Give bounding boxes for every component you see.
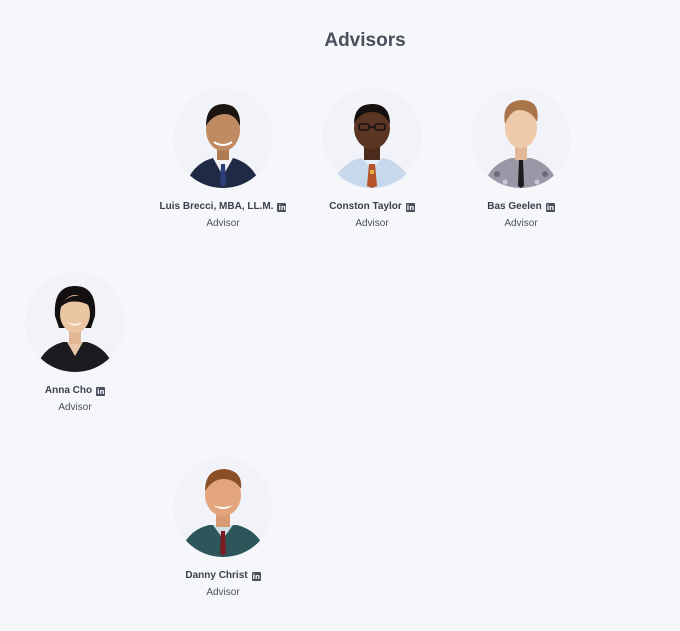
advisor-card-conston-taylor: Conston Taylor Advisor: [297, 88, 447, 231]
advisor-photo: [471, 88, 571, 188]
advisor-photo: [173, 457, 273, 557]
advisor-card-bas-geelen: Bas Geelen Advisor: [446, 88, 596, 231]
advisor-role: Advisor: [58, 402, 92, 413]
advisor-name: Conston Taylor: [329, 201, 402, 212]
linkedin-icon[interactable]: [545, 201, 555, 215]
advisor-role: Advisor: [206, 587, 240, 598]
section-title: Advisors: [324, 30, 406, 51]
advisor-name: Danny Christ: [185, 570, 248, 581]
linkedin-icon[interactable]: [96, 385, 106, 399]
advisor-role: Advisor: [206, 218, 240, 229]
advisor-role: Advisor: [355, 218, 389, 229]
linkedin-icon[interactable]: [405, 201, 415, 215]
advisor-name: Luis Brecci, MBA, LL.M.: [159, 201, 274, 212]
advisor-photo: [25, 272, 125, 372]
advisor-card-anna-cho: Anna Cho Advisor: [0, 272, 150, 415]
advisor-photo: [173, 88, 273, 188]
linkedin-icon[interactable]: [277, 201, 287, 215]
advisor-card-luis-brecci: Luis Brecci, MBA, LL.M. Advisor: [148, 88, 298, 231]
advisor-card-danny-christ: Danny Christ Advisor: [148, 457, 298, 600]
advisor-name: Anna Cho: [44, 385, 93, 396]
advisor-role: Advisor: [504, 218, 538, 229]
advisor-name: Bas Geelen: [487, 201, 542, 212]
linkedin-icon[interactable]: [251, 570, 261, 584]
advisor-photo: [322, 88, 422, 188]
